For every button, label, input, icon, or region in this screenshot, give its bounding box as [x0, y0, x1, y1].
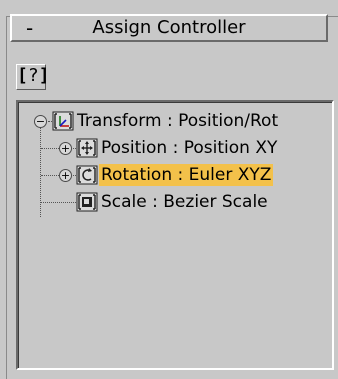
tree-item-scale[interactable]: Scale : Bezier Scale	[19, 191, 329, 215]
tree-item-transform[interactable]: − Transform : Position/Rot	[19, 110, 329, 134]
controller-tree[interactable]: − Transform : Position/Rot + Position: …	[16, 100, 334, 370]
tree-item-label: Position : Position XY	[101, 138, 278, 158]
tree-item-rotation[interactable]: + Rotation : Euler XYZ	[19, 164, 329, 188]
help-label: ?	[27, 65, 39, 86]
tree-item-label: Rotation : Euler XYZ	[99, 164, 274, 186]
tree-connector	[41, 202, 76, 203]
assign-controller-rollout-header[interactable]: - Assign Controller	[10, 14, 328, 42]
rotation-controller-icon	[76, 165, 98, 185]
bracket-icon: [	[17, 65, 28, 86]
position-controller-icon	[76, 138, 98, 158]
assign-controller-button[interactable]: [?]	[16, 64, 50, 90]
rollout-title: Assign Controller	[92, 17, 246, 38]
tree-connector	[41, 148, 59, 149]
collapse-minus-icon[interactable]: −	[34, 115, 47, 128]
expand-plus-icon[interactable]: +	[59, 169, 72, 182]
tree-connector	[41, 175, 59, 176]
controller-tree-inner: − Transform : Position/Rot + Position: …	[18, 102, 332, 368]
tree-item-label: Scale : Bezier Scale	[101, 192, 268, 212]
bracket-icon: ]	[38, 65, 50, 86]
tree-item-label: Transform : Position/Rot	[77, 111, 279, 131]
expand-plus-icon[interactable]: +	[59, 142, 72, 155]
tree-item-position[interactable]: + Position : Position XY	[19, 137, 329, 161]
transform-controller-icon	[52, 111, 74, 131]
scale-controller-icon	[76, 192, 98, 212]
